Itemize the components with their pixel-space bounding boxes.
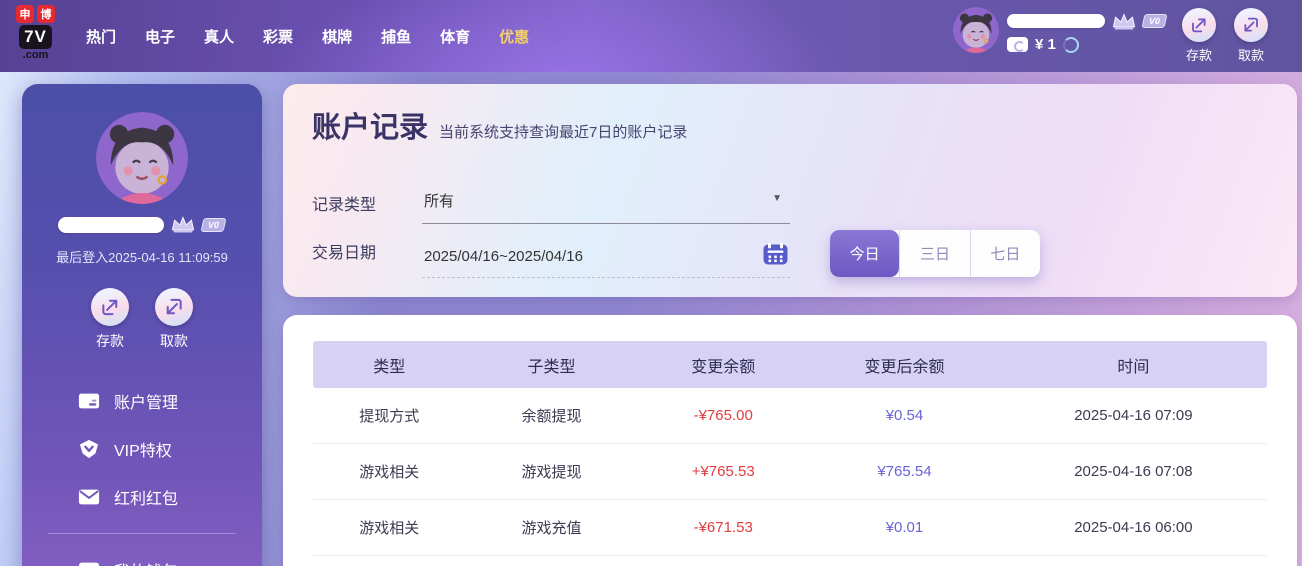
range-today-button[interactable]: 今日: [830, 230, 899, 277]
last-login-text: 最后登入2025-04-16 11:09:59: [22, 247, 262, 266]
nav-item-promos[interactable]: 优惠: [499, 26, 529, 47]
range-three-days-button[interactable]: 三日: [899, 230, 969, 277]
withdraw-arrow-icon: [1242, 16, 1260, 34]
withdraw-arrow-icon: [164, 297, 184, 317]
page-background: V0 最后登入2025-04-16 11:09:59 存款: [0, 72, 1302, 566]
deposit-arrow-icon: [1190, 16, 1208, 34]
range-seven-days-button[interactable]: 七日: [970, 230, 1040, 277]
deposit-arrow-icon: [100, 297, 120, 317]
sidebar-item-vip-privileges[interactable]: VIP特权: [22, 425, 262, 473]
refresh-balance-icon[interactable]: [1063, 37, 1079, 53]
nav-item-hot[interactable]: 热门: [86, 26, 116, 47]
withdraw-button[interactable]: 取款: [1234, 8, 1268, 64]
nav-item-fishing[interactable]: 捕鱼: [381, 26, 411, 47]
sidebar-quick-actions: 存款 取款: [22, 288, 262, 351]
sidebar-item-account-management[interactable]: 账户管理: [22, 377, 262, 425]
top-nav: 申 博 7V .com 热门 电子 真人 彩票 棋牌 捕鱼 体育 优惠: [0, 0, 1302, 72]
nav-item-slots[interactable]: 电子: [145, 26, 175, 47]
account-records-page: 申 博 7V .com 热门 电子 真人 彩票 棋牌 捕鱼 体育 优惠: [0, 0, 1302, 566]
sidebar-item-bonus-redpacket[interactable]: 红利红包: [22, 473, 262, 521]
site-logo[interactable]: 申 博 7V .com: [16, 5, 55, 61]
table-row: 游戏相关 游戏提现 +¥765.53 ¥765.54 2025-04-16 07…: [313, 444, 1267, 500]
logo-badge-shen: 申: [16, 5, 34, 23]
date-range-input[interactable]: 2025/04/16~2025/04/16: [422, 240, 790, 278]
vip-level-badge: V0: [1142, 14, 1168, 28]
logo-badge-bo: 博: [37, 5, 55, 23]
avatar-illustration: [96, 112, 188, 204]
sidebar: V0 最后登入2025-04-16 11:09:59 存款: [22, 84, 262, 566]
wallet-icon: [1007, 37, 1028, 52]
calendar-icon[interactable]: [763, 242, 788, 269]
page-title: 账户记录: [312, 104, 428, 146]
sidebar-divider: [48, 533, 236, 534]
sidebar-withdraw-button[interactable]: 取款: [155, 288, 193, 351]
after-balance: ¥0.01: [809, 519, 1000, 536]
records-filter-panel: 账户记录 当前系统支持查询最近7日的账户记录 记录类型 所有 ▼ 交易日期 20…: [283, 84, 1297, 297]
user-avatar[interactable]: [953, 7, 999, 53]
nav-item-lottery[interactable]: 彩票: [263, 26, 293, 47]
nav-item-live[interactable]: 真人: [204, 26, 234, 47]
vip-crown-icon: [170, 215, 196, 234]
nav-item-sports[interactable]: 体育: [440, 26, 470, 47]
sidebar-avatar: [96, 112, 188, 204]
after-balance: ¥0.54: [809, 407, 1000, 424]
vip-level-badge: V0: [201, 218, 227, 232]
vip-crown-icon: [1111, 12, 1137, 31]
sidebar-deposit-button[interactable]: 存款: [91, 288, 129, 351]
record-time: 2025-04-16 07:08: [1000, 463, 1267, 480]
record-time: 2025-04-16 06:00: [1000, 519, 1267, 536]
nav-quick-actions: 存款 取款: [1182, 8, 1268, 64]
user-summary: V0 ¥ 1: [953, 7, 1166, 53]
red-packet-envelope-icon: [78, 487, 100, 507]
vip-shield-icon: [78, 439, 100, 459]
sidebar-item-my-wallet[interactable]: 我的钱包: [22, 546, 262, 566]
record-time: 2025-04-16 07:09: [1000, 407, 1267, 424]
logo-text: 7V: [19, 25, 52, 49]
balance-amount: ¥ 1: [1035, 36, 1056, 53]
main-menu: 热门 电子 真人 彩票 棋牌 捕鱼 体育 优惠: [86, 0, 529, 72]
wallet-icon: [78, 560, 100, 566]
deposit-button[interactable]: 存款: [1182, 8, 1216, 64]
username-redacted: [1007, 14, 1105, 28]
logo-suffix: .com: [23, 49, 49, 61]
records-table-panel: 类型 子类型 变更余额 变更后余额 时间 提现方式 余额提现 -¥765.00 …: [283, 315, 1297, 566]
account-card-icon: [78, 391, 100, 411]
caret-down-icon: ▼: [772, 193, 782, 204]
table-row: 提现方式 余额提现 -¥765.00 ¥0.54 2025-04-16 07:0…: [313, 388, 1267, 444]
table-row: 游戏相关 游戏充值 -¥671.53 ¥0.01 2025-04-16 06:0…: [313, 500, 1267, 556]
records-table: 类型 子类型 变更余额 变更后余额 时间 提现方式 余额提现 -¥765.00 …: [313, 341, 1267, 556]
avatar-illustration: [953, 7, 999, 53]
record-type-label: 记录类型: [312, 191, 422, 215]
record-type-select[interactable]: 所有 ▼: [422, 182, 790, 224]
page-subtitle: 当前系统支持查询最近7日的账户记录: [439, 121, 687, 142]
table-header-row: 类型 子类型 变更余额 变更后余额 时间: [313, 341, 1267, 388]
after-balance: ¥765.54: [809, 463, 1000, 480]
change-amount: -¥765.00: [637, 407, 809, 424]
change-amount: -¥671.53: [637, 519, 809, 536]
transaction-date-label: 交易日期: [312, 239, 422, 263]
nav-item-cards[interactable]: 棋牌: [322, 26, 352, 47]
date-range-tabs: 今日 三日 七日: [830, 230, 1040, 277]
username-redacted: [58, 217, 164, 233]
change-amount: +¥765.53: [637, 463, 809, 480]
sidebar-menu: 账户管理 VIP特权 红利红包: [22, 377, 262, 566]
